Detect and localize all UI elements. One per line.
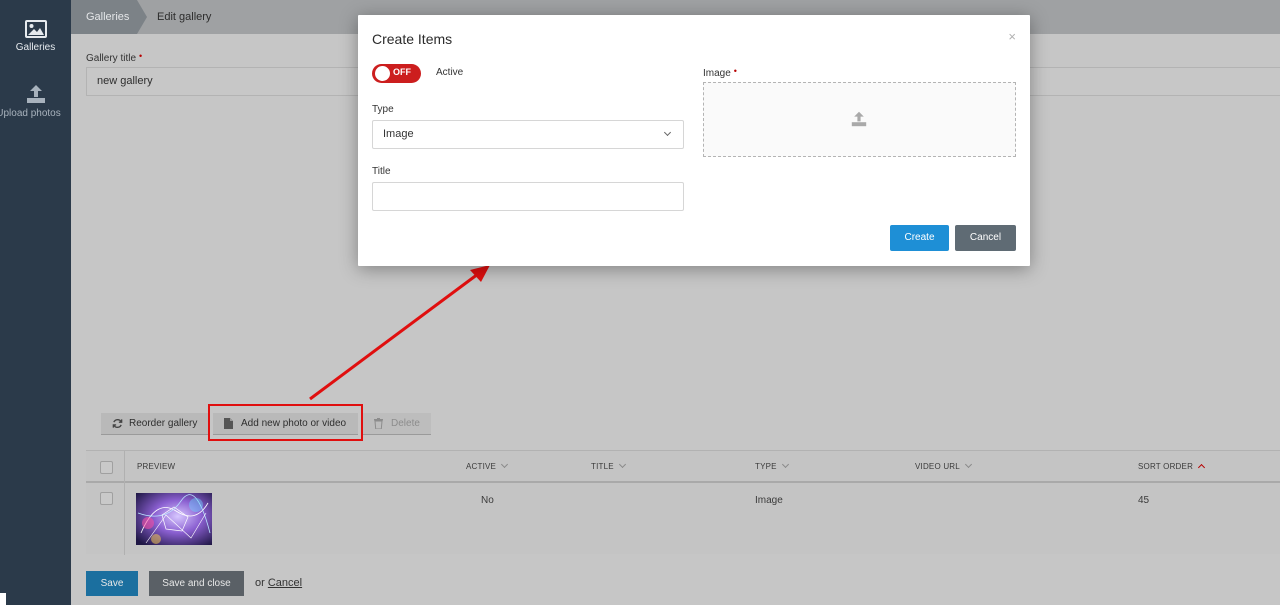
upload-icon	[851, 111, 867, 127]
column-header-sort-order[interactable]: SORT ORDER	[1138, 462, 1206, 472]
toggle-state-text: OFF	[393, 67, 411, 77]
column-header-label: TYPE	[755, 462, 777, 471]
column-header-label: TITLE	[591, 462, 614, 471]
select-all-checkbox[interactable]	[100, 461, 113, 474]
sidebar-item-upload-photos[interactable]: Upload photos	[0, 84, 71, 119]
reorder-gallery-label: Reorder gallery	[129, 418, 198, 429]
sidebar-item-galleries[interactable]: Galleries	[0, 20, 71, 53]
required-mark: •	[733, 66, 737, 76]
type-label: Type	[372, 104, 394, 115]
row-sort-order-value: 45	[1138, 495, 1150, 506]
image-dropzone[interactable]	[703, 82, 1016, 157]
type-select[interactable]: Image	[372, 120, 684, 149]
sidebar-item-label: Upload photos	[0, 108, 61, 119]
image-label: Image •	[703, 66, 737, 79]
gallery-title-label: Gallery title •	[86, 51, 142, 64]
gallery-title-label-text: Gallery title	[86, 53, 137, 64]
create-button[interactable]: Create	[890, 225, 949, 251]
column-header-label: VIDEO URL	[915, 462, 960, 471]
breadcrumb-item-galleries[interactable]: Galleries	[71, 0, 137, 34]
cancel-link[interactable]: Cancel	[268, 577, 302, 589]
abstract-image-thumbnail	[136, 493, 212, 545]
close-icon[interactable]: ×	[1008, 29, 1016, 44]
reorder-gallery-button[interactable]: Reorder gallery	[101, 413, 209, 435]
column-header-type[interactable]: TYPE	[755, 460, 789, 471]
modal-title: Create Items	[372, 31, 453, 47]
sort-caret-icon	[501, 460, 509, 469]
delete-button[interactable]: Delete	[363, 413, 431, 435]
required-mark: •	[139, 51, 143, 61]
sidebar: Galleries Upload photos	[0, 0, 71, 605]
type-selected-value: Image	[383, 128, 414, 140]
chevron-down-icon	[663, 128, 672, 137]
upload-icon	[26, 85, 45, 103]
breadcrumb-separator	[137, 0, 147, 34]
preview-thumbnail[interactable]	[136, 493, 212, 545]
column-header-title[interactable]: TITLE	[591, 460, 626, 471]
save-and-close-button[interactable]: Save and close	[149, 571, 244, 596]
toggle-knob	[375, 66, 390, 81]
gallery-items-table: PREVIEW ACTIVE TITLE TYPE VIDEO URL SORT…	[86, 450, 1280, 555]
column-header-label: PREVIEW	[137, 462, 176, 471]
column-header-label: ACTIVE	[466, 462, 497, 471]
row-type-value: Image	[755, 495, 783, 506]
or-label: or	[255, 577, 265, 589]
sort-caret-icon	[964, 460, 972, 469]
title-input[interactable]	[372, 182, 684, 211]
sort-caret-icon	[618, 460, 626, 469]
active-label: Active	[436, 67, 464, 78]
column-header-video-url[interactable]: VIDEO URL	[915, 460, 972, 471]
trash-icon	[374, 418, 383, 429]
row-checkbox[interactable]	[100, 492, 113, 505]
column-divider	[124, 451, 125, 555]
sort-ascending-icon	[1198, 463, 1206, 472]
breadcrumb-item-current: Edit gallery	[157, 11, 212, 23]
sidebar-item-label: Galleries	[15, 42, 56, 53]
column-header-preview: PREVIEW	[137, 462, 175, 471]
image-icon	[24, 20, 47, 38]
corner-artifact	[0, 593, 6, 605]
or-cancel-text: or Cancel	[255, 577, 302, 589]
delete-label: Delete	[391, 418, 420, 429]
image-label-text: Image	[703, 68, 731, 79]
active-toggle[interactable]: OFF	[372, 64, 421, 83]
column-header-active[interactable]: ACTIVE	[466, 460, 509, 471]
sort-caret-icon	[781, 460, 789, 469]
refresh-icon	[112, 418, 123, 429]
cancel-button[interactable]: Cancel	[955, 225, 1016, 251]
annotation-highlight-box	[208, 404, 363, 441]
save-button[interactable]: Save	[86, 571, 138, 596]
row-active-value: No	[481, 495, 494, 506]
column-header-label: SORT ORDER	[1138, 462, 1194, 471]
title-label: Title	[372, 166, 391, 177]
create-items-modal: Create Items × OFF Active Type Image Tit…	[358, 15, 1030, 266]
table-header: PREVIEW ACTIVE TITLE TYPE VIDEO URL SORT…	[86, 451, 1280, 483]
